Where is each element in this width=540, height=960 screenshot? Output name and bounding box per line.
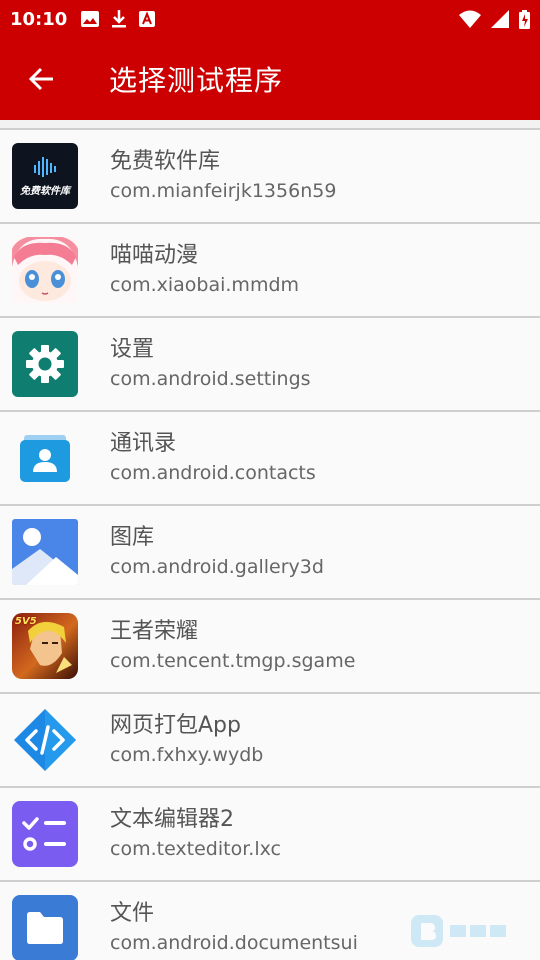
page-title: 选择测试程序 (109, 64, 284, 97)
watermark-icon (411, 915, 443, 947)
app-package: com.fxhxy.wydb (110, 744, 264, 766)
app-package: com.texteditor.lxc (110, 838, 281, 860)
mianfei-icon-text: 免费软件库 (20, 186, 70, 197)
folder-icon (12, 895, 78, 960)
battery-charging-icon (519, 9, 530, 29)
contacts-icon (12, 425, 78, 491)
app-name: 免费软件库 (110, 149, 221, 174)
game-icon-badge: 5V5 (15, 616, 37, 627)
anime-girl-app-icon (12, 237, 78, 303)
app-list[interactable]: 免费软件库 免费软件库 com.mianfeirjk1356n59 喵喵动漫 c… (0, 120, 540, 960)
app-package: com.android.contacts (110, 462, 316, 484)
image-notification-icon (81, 11, 100, 27)
status-system-icons (459, 9, 530, 29)
status-time: 10:10 (10, 8, 68, 30)
app-name: 图库 (110, 525, 155, 550)
mianfei-app-icon: 免费软件库 (12, 143, 78, 209)
app-name: 文本编辑器2 (110, 807, 234, 832)
list-item[interactable]: 免费软件库 免费软件库 com.mianfeirjk1356n59 (0, 128, 540, 222)
settings-gear-icon (12, 331, 78, 397)
app-name: 文件 (110, 901, 155, 926)
app-package: com.mianfeirjk1356n59 (110, 180, 337, 202)
app-package: com.xiaobai.mmdm (110, 274, 300, 296)
app-name: 通讯录 (110, 431, 177, 456)
list-item[interactable]: 通讯录 com.android.contacts (0, 410, 540, 504)
status-notification-icons (81, 10, 156, 28)
app-package: com.android.settings (110, 368, 311, 390)
status-bar: 10:10 (0, 0, 540, 38)
watermark-logo (410, 914, 530, 948)
checklist-icon (12, 801, 78, 867)
list-item[interactable]: 文本编辑器2 com.texteditor.lxc (0, 786, 540, 880)
list-item[interactable]: 设置 com.android.settings (0, 316, 540, 410)
app-name: 喵喵动漫 (110, 243, 199, 268)
app-package: com.tencent.tmgp.sgame (110, 650, 356, 672)
app-package: com.android.documentsui (110, 932, 358, 954)
gallery-icon (12, 519, 78, 585)
arrow-back-icon (29, 67, 53, 91)
download-notification-icon (112, 10, 127, 28)
back-button[interactable] (0, 38, 84, 120)
app-name: 王者荣耀 (110, 619, 199, 644)
list-item[interactable]: 5V5 王者荣耀 com.tencent.tmgp.sgame (0, 598, 540, 692)
game-hero-icon: 5V5 (12, 613, 78, 679)
app-name: 设置 (110, 337, 155, 362)
watermark-text-shape (450, 925, 506, 937)
signal-icon (491, 10, 509, 28)
wifi-icon (459, 10, 481, 28)
app-a-notification-icon (139, 11, 156, 27)
list-item[interactable]: 图库 com.android.gallery3d (0, 504, 540, 598)
app-bar: 选择测试程序 (0, 38, 540, 120)
app-name: 网页打包App (110, 713, 241, 738)
code-brackets-icon (12, 707, 78, 773)
list-item[interactable]: 网页打包App com.fxhxy.wydb (0, 692, 540, 786)
app-package: com.android.gallery3d (110, 556, 324, 578)
list-item[interactable]: 喵喵动漫 com.xiaobai.mmdm (0, 222, 540, 316)
